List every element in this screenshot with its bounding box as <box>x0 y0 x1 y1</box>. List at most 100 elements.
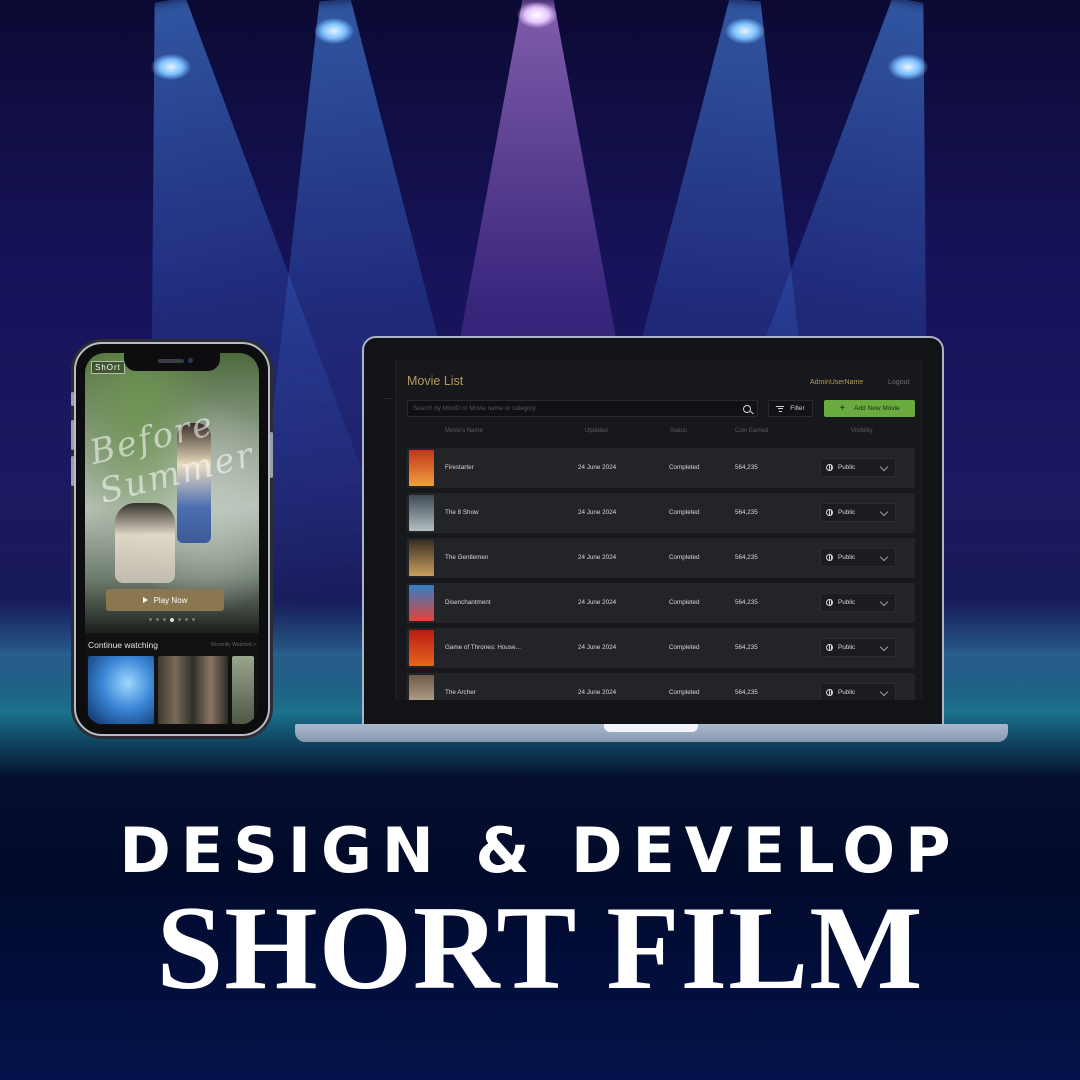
globe-icon <box>826 509 833 516</box>
search-placeholder: Search by MovID or Movie name or categor… <box>413 405 536 412</box>
movie-thumbnail[interactable] <box>158 656 228 724</box>
subheadline: SHORT FILM <box>156 881 924 1014</box>
visibility-dropdown[interactable]: Public <box>820 548 896 567</box>
visibility-dropdown[interactable]: Public <box>820 593 896 612</box>
visibility-dropdown[interactable]: Public <box>820 458 896 477</box>
status-cell: Completed <box>669 554 700 561</box>
table-row[interactable]: The Gentlemen 24 June 2024 Completed 564,23… <box>407 538 915 578</box>
spotlight-lamp <box>517 2 557 28</box>
movie-thumbnail[interactable] <box>88 656 154 724</box>
updated-cell: 24 June 2024 <box>578 554 617 561</box>
phone-screen: Before Summer ShOrt Play Now Continue wa… <box>85 353 259 725</box>
add-new-movie-button[interactable]: + Add New Movie <box>824 400 915 417</box>
coin-cell: 564,235 <box>735 554 758 561</box>
logout-link[interactable]: Logout <box>888 379 909 386</box>
coin-cell: 564,235 <box>735 644 758 651</box>
globe-icon <box>826 554 833 561</box>
status-cell: Completed <box>669 644 700 651</box>
movie-poster <box>409 450 434 486</box>
movie-poster <box>409 630 434 666</box>
movie-name-cell[interactable]: The 8 Show <box>445 493 479 533</box>
chevron-down-icon <box>879 597 889 607</box>
updated-cell: 24 June 2024 <box>578 689 617 696</box>
movie-name-cell[interactable]: Disenchantment <box>445 583 491 623</box>
laptop-mockup: Movie List AdminUserName Logout Search b… <box>362 336 944 730</box>
laptop-base <box>295 724 1008 742</box>
table-header: Movie's Name Updated Status Coin Earned … <box>382 428 923 440</box>
phone-mockup: Before Summer ShOrt Play Now Continue wa… <box>71 342 273 736</box>
visibility-dropdown[interactable]: Public <box>820 503 896 522</box>
filter-icon <box>776 405 785 412</box>
status-cell: Completed <box>669 509 700 516</box>
filter-button[interactable]: Filter <box>768 400 813 417</box>
sidebar <box>382 360 396 700</box>
movie-name-cell[interactable]: Game of Thrones: House... <box>445 628 521 668</box>
play-now-button[interactable]: Play Now <box>106 589 224 611</box>
column-header-status[interactable]: Status <box>670 428 687 434</box>
table-row[interactable]: The Archer 24 June 2024 Completed 564,235 Pu… <box>407 673 915 700</box>
search-input[interactable]: Search by MovID or Movie name or categor… <box>407 400 758 417</box>
carousel-dot[interactable] <box>149 618 152 621</box>
coin-cell: 564,235 <box>735 599 758 606</box>
continue-watching-list <box>88 656 254 724</box>
carousel-dot[interactable] <box>163 618 166 621</box>
app-logo: ShOrt <box>91 361 125 374</box>
carousel-dots <box>85 617 259 622</box>
movie-poster <box>409 585 434 621</box>
recently-watched-link[interactable]: Recently Watched > <box>211 642 256 648</box>
visibility-value: Public <box>838 689 856 696</box>
add-new-movie-label: Add New Movie <box>854 405 900 412</box>
table-row[interactable]: The 8 Show 24 June 2024 Completed 564,235 Pu… <box>407 493 915 533</box>
updated-cell: 24 June 2024 <box>578 599 617 606</box>
table-row[interactable]: Disenchantment 24 June 2024 Completed 564,2… <box>407 583 915 623</box>
status-cell: Completed <box>669 689 700 696</box>
movie-table: Firestarter 24 June 2024 Completed 564,235 P… <box>407 448 915 700</box>
hero-title-script: Before Summer <box>85 403 259 512</box>
movie-poster <box>409 675 434 700</box>
admin-username[interactable]: AdminUserName <box>810 379 863 386</box>
hero-figure <box>115 503 175 583</box>
search-icon[interactable] <box>743 404 751 413</box>
table-row[interactable]: Firestarter 24 June 2024 Completed 564,235 P… <box>407 448 915 488</box>
continue-watching-header: Continue watching Recently Watched > <box>88 640 256 650</box>
visibility-value: Public <box>838 554 856 561</box>
phone-side-button <box>71 392 74 406</box>
column-header-updated[interactable]: Updated <box>585 428 608 434</box>
visibility-value: Public <box>838 599 856 606</box>
spotlight-lamp <box>725 18 765 44</box>
plus-icon: + <box>839 402 846 414</box>
chevron-down-icon <box>879 462 889 472</box>
spotlight-lamp <box>888 54 928 80</box>
carousel-dot[interactable] <box>185 618 188 621</box>
filter-label: Filter <box>790 405 805 412</box>
column-header-visibility[interactable]: Visibility <box>851 428 873 434</box>
carousel-dot[interactable] <box>156 618 159 621</box>
column-header-name[interactable]: Movie's Name <box>445 428 483 434</box>
updated-cell: 24 June 2024 <box>578 509 617 516</box>
globe-icon <box>826 599 833 606</box>
phone-power-button <box>270 432 273 478</box>
column-header-coin[interactable]: Coin Earned <box>735 428 768 434</box>
movie-name-cell[interactable]: The Gentlemen <box>445 538 488 578</box>
play-now-label: Play Now <box>153 595 188 605</box>
phone-side-button <box>71 420 74 450</box>
table-row[interactable]: Game of Thrones: House... 24 June 2024 Com… <box>407 628 915 668</box>
phone-speaker <box>158 359 184 363</box>
coin-cell: 564,235 <box>735 464 758 471</box>
phone-notch <box>124 353 220 371</box>
status-cell: Completed <box>669 599 700 606</box>
carousel-dot[interactable] <box>192 618 195 621</box>
visibility-dropdown[interactable]: Public <box>820 638 896 657</box>
movie-poster <box>409 540 434 576</box>
carousel-dot[interactable] <box>178 618 181 621</box>
carousel-dot[interactable] <box>170 617 174 622</box>
visibility-dropdown[interactable]: Public <box>820 683 896 700</box>
visibility-value: Public <box>838 509 856 516</box>
spotlight-lamp <box>151 54 191 80</box>
movie-name-cell[interactable]: Firestarter <box>445 448 474 488</box>
globe-icon <box>826 689 833 696</box>
movie-thumbnail[interactable] <box>232 656 254 724</box>
coin-cell: 564,235 <box>735 509 758 516</box>
chevron-down-icon <box>879 507 889 517</box>
movie-name-cell[interactable]: The Archer <box>445 673 476 700</box>
